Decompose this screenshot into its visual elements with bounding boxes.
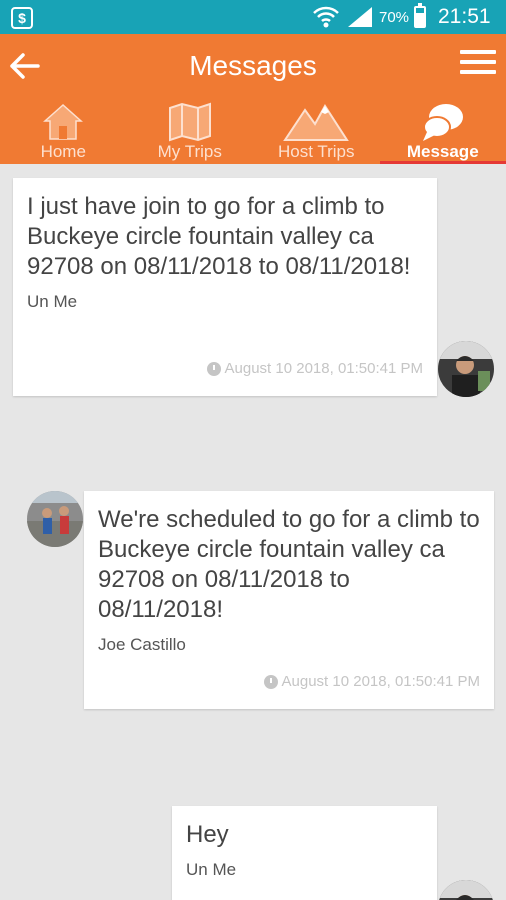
- tab-host-trips-label: Host Trips: [277, 142, 355, 161]
- message-text: Hey: [186, 821, 229, 848]
- mountain-icon: [283, 104, 350, 141]
- tab-bar: Home My Trips Host Trips Message: [0, 100, 506, 164]
- tab-message[interactable]: Message: [379, 100, 506, 164]
- page-title: Messages: [189, 50, 317, 81]
- user-photo: [27, 491, 83, 547]
- message-bubble: Hey Un Me: [172, 806, 437, 900]
- tab-my-trips[interactable]: My Trips: [127, 100, 254, 164]
- tab-my-trips-label: My Trips: [157, 142, 222, 161]
- tab-home-label: Home: [40, 142, 86, 161]
- tab-message-label: Message: [406, 142, 479, 161]
- message-sender: Un Me: [27, 292, 78, 311]
- menu-line: [460, 60, 496, 64]
- message-text: I just have join to go for a climb to Bu…: [27, 193, 411, 280]
- battery-icon: [414, 3, 426, 28]
- menu-line: [460, 70, 496, 74]
- message-time-text: August 10 2018, 01:50:41 PM: [224, 360, 423, 377]
- avatar[interactable]: [27, 491, 83, 547]
- app-notification-icon: $: [11, 7, 33, 29]
- tab-home[interactable]: Home: [0, 100, 127, 164]
- message-sender: Joe Castillo: [98, 635, 186, 654]
- status-bar: $ 70% 21:51: [0, 0, 506, 34]
- hamburger-menu-icon: [460, 50, 496, 54]
- message-sender: Un Me: [186, 860, 237, 879]
- message-text: We're scheduled to go for a climb to Buc…: [98, 506, 480, 623]
- tab-host-trips[interactable]: Host Trips: [253, 100, 380, 164]
- chat-bubbles-icon: [422, 104, 463, 141]
- map-icon: [168, 102, 211, 142]
- menu-button[interactable]: [460, 50, 496, 80]
- avatar[interactable]: [438, 880, 494, 900]
- battery-percentage: 70%: [379, 9, 410, 26]
- signal-icon: [348, 7, 372, 27]
- message-time-text: August 10 2018, 01:50:41 PM: [281, 673, 480, 690]
- message-timestamp: August 10 2018, 01:50:41 PM: [263, 673, 480, 690]
- clock-time: 21:51: [438, 5, 491, 28]
- message-bubble: I just have join to go for a climb to Bu…: [13, 178, 437, 396]
- clock-icon: [206, 361, 221, 376]
- clock-icon: [263, 674, 278, 689]
- message-timestamp: August 10 2018, 01:50:41 PM: [206, 360, 423, 377]
- message-bubble: We're scheduled to go for a climb to Buc…: [84, 491, 494, 709]
- user-photo: [438, 341, 494, 397]
- app-bar: Messages Home My Trips Host Trips Messag…: [0, 34, 506, 164]
- user-photo: [438, 880, 494, 900]
- home-icon: [43, 103, 84, 140]
- avatar[interactable]: [438, 341, 494, 397]
- wifi-icon: [313, 6, 339, 28]
